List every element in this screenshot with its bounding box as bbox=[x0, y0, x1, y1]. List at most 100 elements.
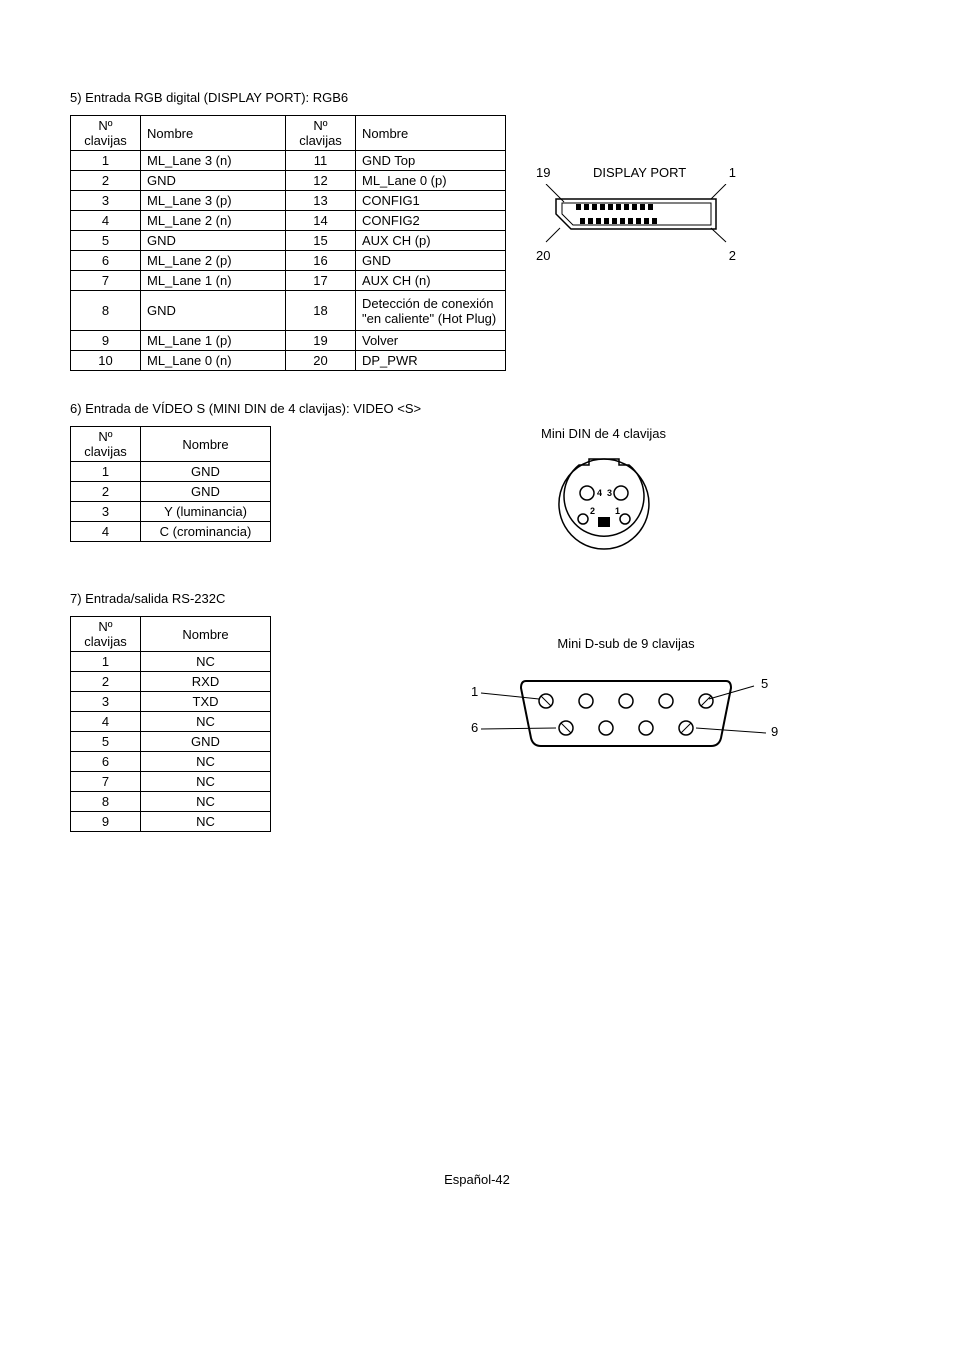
cell-name: ML_Lane 3 (n) bbox=[141, 151, 286, 171]
cell-pin: 12 bbox=[286, 171, 356, 191]
cell-pin: 6 bbox=[71, 251, 141, 271]
svg-text:9: 9 bbox=[771, 724, 778, 739]
cell-name: GND bbox=[141, 231, 286, 251]
cell-pin: 9 bbox=[71, 331, 141, 351]
cell-name: Volver bbox=[356, 331, 506, 351]
table-row: 6NC bbox=[71, 752, 271, 772]
cell-name: NC bbox=[141, 812, 271, 832]
cell-name: AUX CH (p) bbox=[356, 231, 506, 251]
cell-pin: 20 bbox=[286, 351, 356, 371]
dp-label-2: 2 bbox=[729, 248, 736, 263]
table-row: 8NC bbox=[71, 792, 271, 812]
cell-pin: 3 bbox=[71, 191, 141, 211]
table-row: 8GND18Detección de conexión "en caliente… bbox=[71, 291, 506, 331]
cell-name: NC bbox=[141, 652, 271, 672]
cell-pin: 3 bbox=[71, 502, 141, 522]
th-name2: Nombre bbox=[356, 116, 506, 151]
cell-pin: 4 bbox=[71, 211, 141, 231]
dsub-connector-icon: 1 5 6 9 bbox=[471, 666, 781, 776]
cell-name: TXD bbox=[141, 692, 271, 712]
cell-name: GND bbox=[356, 251, 506, 271]
cell-name: NC bbox=[141, 752, 271, 772]
svg-text:6: 6 bbox=[471, 720, 478, 735]
cell-pin: 2 bbox=[71, 171, 141, 191]
table-row: 2GND12ML_Lane 0 (p) bbox=[71, 171, 506, 191]
cell-pin: 4 bbox=[71, 712, 141, 732]
cell-name: ML_Lane 2 (p) bbox=[141, 251, 286, 271]
dsub-diagram: Mini D-sub de 9 clavijas 1 5 6 9 bbox=[471, 636, 781, 776]
cell-pin: 2 bbox=[71, 482, 141, 502]
table-row: 1ML_Lane 3 (n)11GND Top bbox=[71, 151, 506, 171]
th6-name: Nombre bbox=[141, 427, 271, 462]
dsub-label: Mini D-sub de 9 clavijas bbox=[471, 636, 781, 651]
table-row: 4NC bbox=[71, 712, 271, 732]
cell-name: ML_Lane 3 (p) bbox=[141, 191, 286, 211]
cell-name: GND bbox=[141, 732, 271, 752]
cell-pin: 1 bbox=[71, 151, 141, 171]
displayport-diagram: 19 DISPLAY PORT 1 20 2 bbox=[536, 165, 736, 263]
table-row: 1GND bbox=[71, 462, 271, 482]
table-row: 3Y (luminancia) bbox=[71, 502, 271, 522]
cell-pin: 5 bbox=[71, 231, 141, 251]
table-row: 7NC bbox=[71, 772, 271, 792]
displayport-connector-icon bbox=[536, 184, 736, 244]
table-row: 4ML_Lane 2 (n)14CONFIG2 bbox=[71, 211, 506, 231]
th7-pin: Nº clavijas bbox=[71, 617, 141, 652]
cell-pin: 6 bbox=[71, 752, 141, 772]
cell-pin: 11 bbox=[286, 151, 356, 171]
cell-name: GND bbox=[141, 171, 286, 191]
th-pin1: Nº clavijas bbox=[71, 116, 141, 151]
cell-name: CONFIG2 bbox=[356, 211, 506, 231]
cell-name: Detección de conexión "en caliente" (Hot… bbox=[356, 291, 506, 331]
cell-pin: 16 bbox=[286, 251, 356, 271]
cell-name: GND Top bbox=[356, 151, 506, 171]
cell-pin: 8 bbox=[71, 792, 141, 812]
cell-pin: 9 bbox=[71, 812, 141, 832]
svg-text:1: 1 bbox=[615, 506, 620, 516]
svg-text:5: 5 bbox=[761, 676, 768, 691]
cell-name: ML_Lane 0 (p) bbox=[356, 171, 506, 191]
cell-pin: 7 bbox=[71, 271, 141, 291]
cell-pin: 5 bbox=[71, 732, 141, 752]
table-row: 10ML_Lane 0 (n)20DP_PWR bbox=[71, 351, 506, 371]
svg-text:3: 3 bbox=[607, 488, 612, 498]
th-pin2: Nº clavijas bbox=[286, 116, 356, 151]
cell-pin: 17 bbox=[286, 271, 356, 291]
minidin-label: Mini DIN de 4 clavijas bbox=[541, 426, 666, 441]
table-row: 2GND bbox=[71, 482, 271, 502]
cell-pin: 13 bbox=[286, 191, 356, 211]
svg-text:4: 4 bbox=[597, 488, 602, 498]
minidin-connector-icon: 4 3 2 1 bbox=[549, 451, 659, 561]
table-row: 7ML_Lane 1 (n)17AUX CH (n) bbox=[71, 271, 506, 291]
table-row: 3ML_Lane 3 (p)13CONFIG1 bbox=[71, 191, 506, 211]
table-row: 3TXD bbox=[71, 692, 271, 712]
cell-name: CONFIG1 bbox=[356, 191, 506, 211]
section6-title: 6) Entrada de VÍDEO S (MINI DIN de 4 cla… bbox=[70, 401, 884, 416]
dp-label-19: 19 bbox=[536, 165, 550, 180]
cell-name: RXD bbox=[141, 672, 271, 692]
table-displayport: Nº clavijas Nombre Nº clavijas Nombre 1M… bbox=[70, 115, 506, 371]
cell-pin: 14 bbox=[286, 211, 356, 231]
table-row: 1NC bbox=[71, 652, 271, 672]
cell-pin: 18 bbox=[286, 291, 356, 331]
dp-label-title: DISPLAY PORT bbox=[593, 165, 686, 180]
cell-pin: 7 bbox=[71, 772, 141, 792]
cell-name: AUX CH (n) bbox=[356, 271, 506, 291]
cell-name: NC bbox=[141, 712, 271, 732]
cell-pin: 10 bbox=[71, 351, 141, 371]
page-footer: Español-42 bbox=[70, 1172, 884, 1187]
svg-text:1: 1 bbox=[471, 684, 478, 699]
table-row: 2RXD bbox=[71, 672, 271, 692]
cell-pin: 4 bbox=[71, 522, 141, 542]
dp-label-20: 20 bbox=[536, 248, 550, 263]
cell-pin: 15 bbox=[286, 231, 356, 251]
cell-name: ML_Lane 0 (n) bbox=[141, 351, 286, 371]
svg-text:2: 2 bbox=[590, 506, 595, 516]
cell-pin: 1 bbox=[71, 652, 141, 672]
table-row: 4C (crominancia) bbox=[71, 522, 271, 542]
cell-pin: 8 bbox=[71, 291, 141, 331]
cell-name: GND bbox=[141, 482, 271, 502]
section7-title: 7) Entrada/salida RS-232C bbox=[70, 591, 884, 606]
table-row: 6ML_Lane 2 (p)16GND bbox=[71, 251, 506, 271]
cell-name: C (crominancia) bbox=[141, 522, 271, 542]
